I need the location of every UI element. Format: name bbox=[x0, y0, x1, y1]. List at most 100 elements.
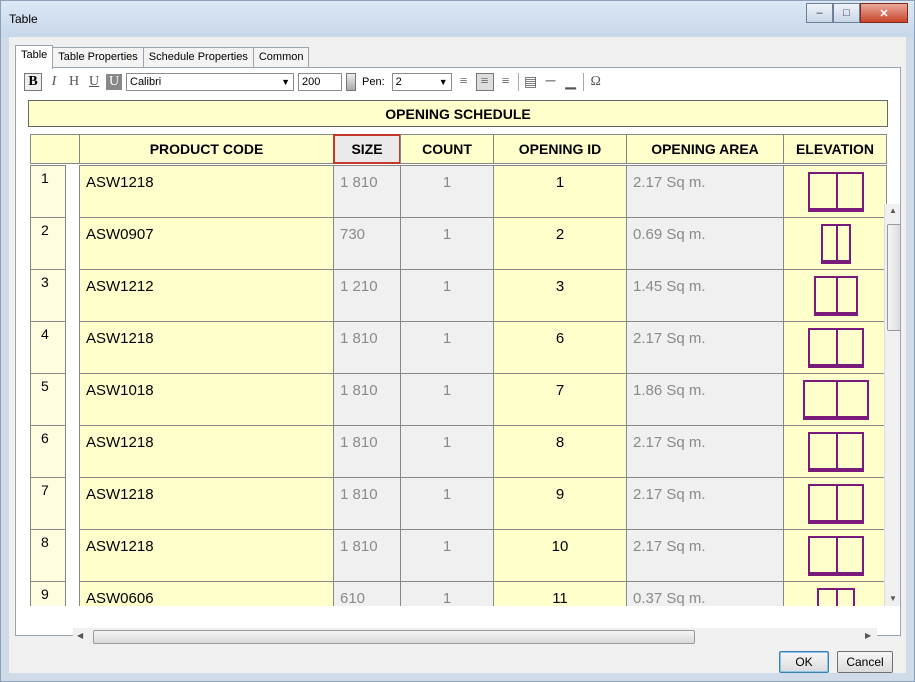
cell-size[interactable]: 1 810 bbox=[333, 529, 401, 582]
cell-size[interactable]: 1 810 bbox=[333, 165, 401, 218]
cell-count[interactable]: 1 bbox=[400, 165, 494, 218]
tab-table[interactable]: Table bbox=[15, 45, 54, 69]
cell-id[interactable]: 9 bbox=[493, 477, 627, 530]
row-number[interactable]: 6 bbox=[30, 425, 66, 478]
cell-elevation[interactable] bbox=[783, 321, 887, 374]
row-number[interactable]: 1 bbox=[30, 165, 66, 218]
cell-size[interactable]: 1 810 bbox=[333, 373, 401, 426]
align-center-icon[interactable]: ≡ bbox=[475, 73, 494, 91]
cell-area[interactable]: 1.45 Sq m. bbox=[626, 269, 784, 322]
align-left-icon[interactable]: ≡ bbox=[456, 74, 472, 90]
cell-code[interactable]: ASW0907 bbox=[79, 217, 334, 270]
cell-count[interactable]: 1 bbox=[400, 477, 494, 530]
cell-elevation[interactable] bbox=[783, 269, 887, 322]
cell-code[interactable]: ASW1218 bbox=[79, 321, 334, 374]
cell-code[interactable]: ASW0606 bbox=[79, 581, 334, 606]
underline-button[interactable]: U bbox=[86, 74, 102, 90]
cell-area[interactable]: 1.86 Sq m. bbox=[626, 373, 784, 426]
header-product-code[interactable]: PRODUCT CODE bbox=[79, 134, 334, 164]
ok-button[interactable]: OK bbox=[779, 651, 829, 673]
shade-button[interactable]: U bbox=[106, 74, 122, 90]
cell-size[interactable]: 610 bbox=[333, 581, 401, 606]
valign-bottom-icon[interactable]: ▁ bbox=[563, 74, 579, 90]
cell-id[interactable]: 3 bbox=[493, 269, 627, 322]
cell-area[interactable]: 2.17 Sq m. bbox=[626, 165, 784, 218]
cell-size[interactable]: 1 810 bbox=[333, 321, 401, 374]
cell-elevation[interactable] bbox=[783, 165, 887, 218]
cell-code[interactable]: ASW1218 bbox=[79, 425, 334, 478]
cell-id[interactable]: 6 bbox=[493, 321, 627, 374]
text-frame-icon[interactable]: Ω bbox=[588, 74, 604, 90]
cell-elevation[interactable] bbox=[783, 217, 887, 270]
valign-top-icon[interactable]: ▤ bbox=[523, 74, 539, 90]
cell-size[interactable]: 730 bbox=[333, 217, 401, 270]
align-right-icon[interactable]: ≡ bbox=[498, 74, 514, 90]
italic-button[interactable]: I bbox=[46, 74, 62, 90]
font-size-input[interactable]: 200 bbox=[298, 73, 342, 91]
scroll-down-icon[interactable]: ▼ bbox=[889, 594, 897, 603]
cell-id[interactable]: 11 bbox=[493, 581, 627, 606]
row-number[interactable]: 3 bbox=[30, 269, 66, 322]
cell-size[interactable]: 1 810 bbox=[333, 425, 401, 478]
cell-area[interactable]: 2.17 Sq m. bbox=[626, 477, 784, 530]
spinner-icon[interactable] bbox=[346, 73, 356, 91]
cell-id[interactable]: 1 bbox=[493, 165, 627, 218]
valign-middle-icon[interactable]: ─ bbox=[543, 74, 559, 90]
close-button[interactable]: ✕ bbox=[860, 3, 908, 23]
cell-count[interactable]: 1 bbox=[400, 529, 494, 582]
header-size[interactable]: SIZE bbox=[333, 134, 401, 164]
cell-area[interactable]: 0.37 Sq m. bbox=[626, 581, 784, 606]
cell-id[interactable]: 10 bbox=[493, 529, 627, 582]
cell-id[interactable]: 7 bbox=[493, 373, 627, 426]
scroll-right-icon[interactable]: ▶ bbox=[865, 631, 871, 640]
schedule-title[interactable]: OPENING SCHEDULE bbox=[28, 100, 888, 127]
cell-count[interactable]: 1 bbox=[400, 321, 494, 374]
cell-elevation[interactable] bbox=[783, 581, 887, 606]
tab-common[interactable]: Common bbox=[252, 47, 310, 69]
scroll-up-icon[interactable]: ▲ bbox=[889, 206, 897, 215]
vertical-scrollbar[interactable]: ▲ ▼ bbox=[884, 204, 900, 606]
cell-area[interactable]: 2.17 Sq m. bbox=[626, 425, 784, 478]
maximize-button[interactable]: □ bbox=[833, 3, 860, 23]
horizontal-scrollbar[interactable]: ◀ ▶ bbox=[73, 628, 877, 644]
cell-id[interactable]: 2 bbox=[493, 217, 627, 270]
row-number[interactable]: 9 bbox=[30, 581, 66, 606]
scroll-left-icon[interactable]: ◀ bbox=[77, 631, 83, 640]
cell-code[interactable]: ASW1018 bbox=[79, 373, 334, 426]
row-number[interactable]: 8 bbox=[30, 529, 66, 582]
cell-code[interactable]: ASW1218 bbox=[79, 477, 334, 530]
cancel-button[interactable]: Cancel bbox=[837, 651, 893, 673]
pen-select[interactable]: 2 ▼ bbox=[391, 73, 452, 91]
cell-count[interactable]: 1 bbox=[400, 269, 494, 322]
row-number[interactable]: 2 bbox=[30, 217, 66, 270]
cell-elevation[interactable] bbox=[783, 373, 887, 426]
cell-code[interactable]: ASW1218 bbox=[79, 529, 334, 582]
cell-size[interactable]: 1 210 bbox=[333, 269, 401, 322]
cell-count[interactable]: 1 bbox=[400, 425, 494, 478]
tab-schedule-properties[interactable]: Schedule Properties bbox=[142, 47, 254, 69]
header-opening-area[interactable]: OPENING AREA bbox=[626, 134, 784, 164]
cell-area[interactable]: 2.17 Sq m. bbox=[626, 321, 784, 374]
cell-id[interactable]: 8 bbox=[493, 425, 627, 478]
bold-button[interactable]: B bbox=[24, 73, 42, 91]
cell-area[interactable]: 2.17 Sq m. bbox=[626, 529, 784, 582]
row-number[interactable]: 4 bbox=[30, 321, 66, 374]
header-opening-id[interactable]: OPENING ID bbox=[493, 134, 627, 164]
cell-size[interactable]: 1 810 bbox=[333, 477, 401, 530]
header-count[interactable]: COUNT bbox=[400, 134, 494, 164]
vertical-scroll-thumb[interactable] bbox=[887, 224, 900, 331]
cell-count[interactable]: 1 bbox=[400, 581, 494, 606]
cell-code[interactable]: ASW1218 bbox=[79, 165, 334, 218]
cell-elevation[interactable] bbox=[783, 425, 887, 478]
tab-table-properties[interactable]: Table Properties bbox=[52, 47, 144, 69]
cell-elevation[interactable] bbox=[783, 477, 887, 530]
cell-count[interactable]: 1 bbox=[400, 217, 494, 270]
horizontal-scroll-thumb[interactable] bbox=[93, 630, 695, 644]
outline-button[interactable]: H bbox=[66, 74, 82, 90]
row-number[interactable]: 7 bbox=[30, 477, 66, 530]
row-number[interactable]: 5 bbox=[30, 373, 66, 426]
cell-area[interactable]: 0.69 Sq m. bbox=[626, 217, 784, 270]
cell-count[interactable]: 1 bbox=[400, 373, 494, 426]
cell-code[interactable]: ASW1212 bbox=[79, 269, 334, 322]
minimize-button[interactable]: – bbox=[806, 3, 833, 23]
